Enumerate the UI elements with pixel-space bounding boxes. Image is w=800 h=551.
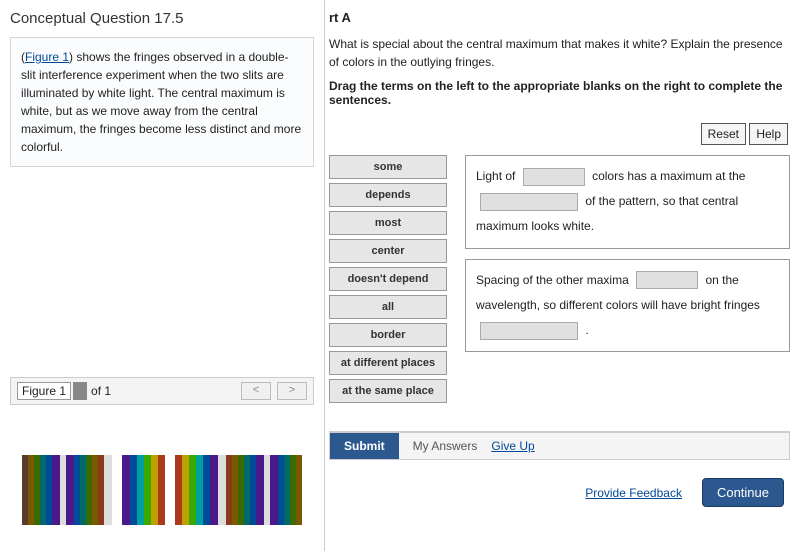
figure-stepper[interactable] <box>73 382 87 400</box>
text: . <box>585 323 588 337</box>
continue-button[interactable]: Continue <box>702 478 784 507</box>
reset-button[interactable]: Reset <box>701 123 746 145</box>
term-center[interactable]: center <box>329 239 447 263</box>
figure-select[interactable]: Figure 1 <box>17 382 71 400</box>
help-button[interactable]: Help <box>749 123 788 145</box>
action-bar: Submit My Answers Give Up Provide Feedba… <box>329 431 790 507</box>
intro-box: (Figure 1) shows the fringes observed in… <box>10 37 314 167</box>
figure-image <box>22 455 302 525</box>
page-title: Conceptual Question 17.5 <box>10 10 314 27</box>
provide-feedback-link[interactable]: Provide Feedback <box>585 486 682 500</box>
term-some[interactable]: some <box>329 155 447 179</box>
blank-4[interactable] <box>480 322 578 340</box>
text: colors has a maximum at the <box>592 169 745 183</box>
toolbar: Reset Help <box>329 123 790 145</box>
term-most[interactable]: most <box>329 211 447 235</box>
term-list: some depends most center doesn't depend … <box>329 155 447 403</box>
term-at-different-places[interactable]: at different places <box>329 351 447 375</box>
blank-2[interactable] <box>480 193 578 211</box>
term-doesnt-depend[interactable]: doesn't depend <box>329 267 447 291</box>
term-depends[interactable]: depends <box>329 183 447 207</box>
intro-text: ) shows the fringes observed in a double… <box>21 50 301 154</box>
blank-3[interactable] <box>636 271 698 289</box>
instruction-text: Drag the terms on the left to the approp… <box>329 79 790 107</box>
term-border[interactable]: border <box>329 323 447 347</box>
give-up-link[interactable]: Give Up <box>491 439 534 453</box>
sentence-area: Light of colors has a maximum at the of … <box>465 155 790 403</box>
term-all[interactable]: all <box>329 295 447 319</box>
sentence-2: Spacing of the other maxima on the wavel… <box>465 259 790 353</box>
blank-1[interactable] <box>523 168 585 186</box>
figure-prev-button[interactable]: < <box>241 382 271 400</box>
submit-button[interactable]: Submit <box>330 433 399 459</box>
figure-of-label: of 1 <box>91 384 111 398</box>
figure-link[interactable]: Figure 1 <box>25 50 69 64</box>
figure-next-button[interactable]: > <box>277 382 307 400</box>
sentence-1: Light of colors has a maximum at the of … <box>465 155 790 249</box>
drag-workspace: some depends most center doesn't depend … <box>329 155 790 403</box>
figure-toolbar: Figure 1 of 1 < > <box>10 377 314 405</box>
term-at-the-same-place[interactable]: at the same place <box>329 379 447 403</box>
question-text: What is special about the central maximu… <box>329 35 790 71</box>
my-answers-link[interactable]: My Answers <box>413 439 478 453</box>
text: Light of <box>476 169 515 183</box>
part-heading: rt A <box>329 10 790 25</box>
text: Spacing of the other maxima <box>476 273 629 287</box>
